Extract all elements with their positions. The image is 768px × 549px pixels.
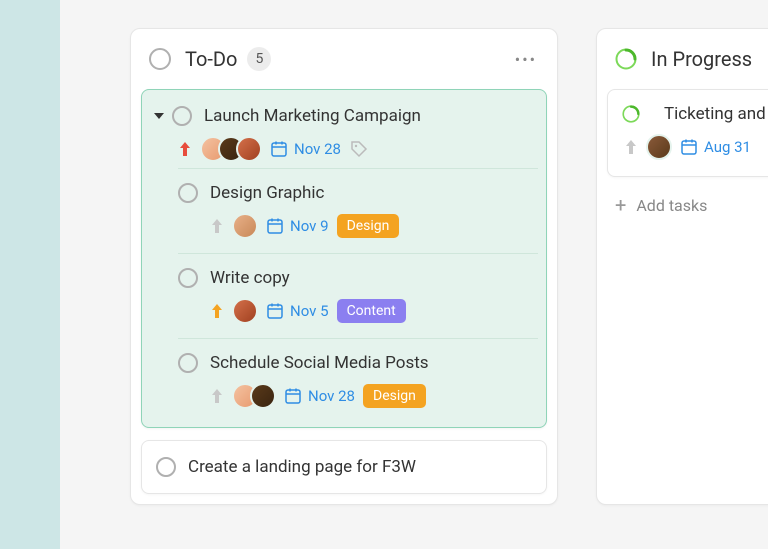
column-title: In Progress (651, 47, 752, 71)
left-accent-strip (0, 0, 60, 549)
complete-toggle[interactable] (178, 268, 198, 288)
label-chip[interactable]: Design (363, 384, 426, 408)
task-card[interactable]: Create a landing page for F3W (141, 440, 547, 494)
assignee-avatars[interactable] (646, 134, 672, 160)
add-task-button[interactable]: + Add tasks (597, 177, 768, 233)
due-date[interactable]: Nov 28 (284, 387, 355, 405)
priority-high-icon (178, 140, 192, 158)
due-date-text: Nov 5 (290, 302, 329, 320)
subtask-card[interactable]: Design Graphic Nov 9 (178, 168, 538, 253)
avatar[interactable] (232, 213, 258, 239)
calendar-icon (266, 217, 284, 235)
due-date[interactable]: Aug 31 (680, 138, 751, 156)
collapse-caret-icon[interactable] (154, 113, 164, 119)
add-task-label: Add tasks (636, 196, 707, 215)
avatar[interactable] (236, 136, 262, 162)
due-date-text: Nov 28 (308, 387, 355, 405)
column-header-todo: To-Do 5 ••• (131, 29, 557, 89)
calendar-icon (270, 140, 288, 158)
due-date[interactable]: Nov 5 (266, 302, 329, 320)
avatar[interactable] (250, 383, 276, 409)
due-date[interactable]: Nov 9 (266, 217, 329, 235)
avatar[interactable] (646, 134, 672, 160)
parent-task-row[interactable]: Launch Marketing Campaign (150, 102, 538, 128)
assignee-avatars[interactable] (232, 213, 258, 239)
calendar-icon (284, 387, 302, 405)
assignee-avatars[interactable] (232, 298, 258, 324)
priority-none-icon (624, 138, 638, 156)
subtask-card[interactable]: Write copy Nov 5 (178, 253, 538, 338)
column-header-inprogress: In Progress 0 (597, 29, 768, 89)
priority-none-icon (210, 387, 224, 405)
priority-medium-icon (210, 302, 224, 320)
task-card-parent[interactable]: Launch Marketing Campaign (141, 89, 547, 428)
label-chip[interactable]: Content (337, 299, 406, 323)
avatar[interactable] (232, 298, 258, 324)
due-date-text: Nov 9 (290, 217, 329, 235)
due-date-text: Nov 28 (294, 140, 341, 158)
priority-none-icon (210, 217, 224, 235)
due-date-text: Aug 31 (704, 138, 751, 156)
task-title: Ticketing and r (664, 104, 768, 124)
complete-toggle[interactable] (156, 457, 176, 477)
complete-toggle[interactable] (178, 183, 198, 203)
column-inprogress: In Progress 0 Ticketing and r (596, 28, 768, 505)
column-title: To-Do (185, 47, 237, 71)
task-title: Launch Marketing Campaign (204, 106, 421, 126)
label-chip[interactable]: Design (337, 214, 400, 238)
task-title: Write copy (210, 268, 290, 288)
task-title: Schedule Social Media Posts (210, 353, 429, 373)
status-progress-icon (615, 48, 637, 70)
complete-toggle[interactable] (178, 353, 198, 373)
tag-icon[interactable] (349, 139, 369, 159)
assignee-avatars[interactable] (200, 136, 262, 162)
calendar-icon (266, 302, 284, 320)
calendar-icon (680, 138, 698, 156)
column-menu-button[interactable]: ••• (515, 50, 537, 69)
complete-toggle[interactable] (172, 106, 192, 126)
subtask-card[interactable]: Schedule Social Media Posts (178, 338, 538, 423)
kanban-board: To-Do 5 ••• Launch Marketing Campaign (130, 28, 768, 505)
task-title: Design Graphic (210, 183, 324, 203)
assignee-avatars[interactable] (232, 383, 276, 409)
task-title: Create a landing page for F3W (188, 457, 416, 477)
column-todo: To-Do 5 ••• Launch Marketing Campaign (130, 28, 558, 505)
plus-icon: + (615, 195, 626, 215)
task-card[interactable]: Ticketing and r Aug 31 (607, 89, 768, 177)
column-body: Launch Marketing Campaign (131, 89, 557, 504)
count-badge: 5 (247, 47, 271, 71)
status-circle-icon (149, 48, 171, 70)
status-progress-icon (622, 105, 640, 123)
due-date[interactable]: Nov 28 (270, 140, 341, 158)
parent-meta-row: Nov 28 (178, 136, 538, 162)
